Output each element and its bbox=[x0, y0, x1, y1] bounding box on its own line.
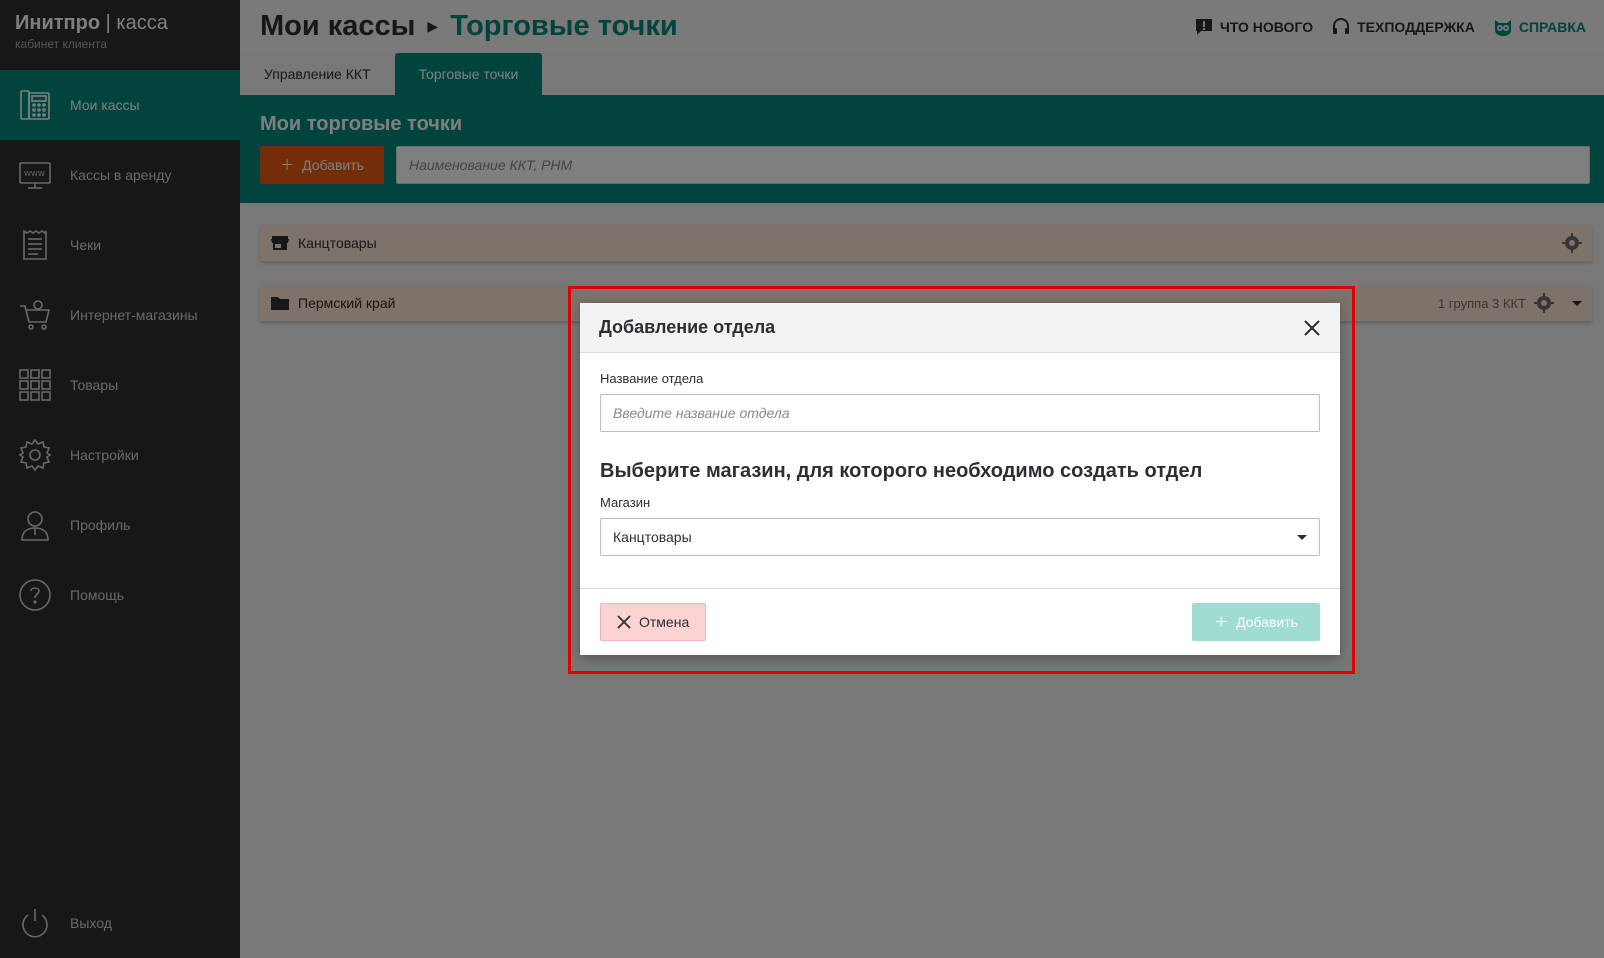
store-select-value: Канцтовары bbox=[613, 529, 692, 545]
close-icon[interactable] bbox=[1302, 318, 1322, 338]
cancel-button-label: Отмена bbox=[639, 614, 690, 630]
caret-down-icon bbox=[1297, 534, 1307, 540]
store-label: Магазин bbox=[600, 495, 651, 510]
department-name-input[interactable]: Введите название отдела bbox=[600, 394, 1320, 432]
store-select[interactable]: Канцтовары bbox=[600, 518, 1320, 556]
plus-icon: ＋ bbox=[1214, 614, 1229, 630]
dialog-body: Название отдела Введите название отдела … bbox=[580, 353, 1340, 556]
add-department-button[interactable]: ＋ Добавить bbox=[1192, 603, 1320, 641]
dialog-title: Добавление отдела bbox=[599, 317, 776, 337]
dialog-header: Добавление отдела bbox=[580, 303, 1340, 353]
department-name-label: Название отдела bbox=[600, 371, 704, 386]
dialog-footer: Отмена ＋ Добавить bbox=[580, 588, 1340, 655]
add-department-button-label: Добавить bbox=[1236, 614, 1298, 630]
close-icon bbox=[617, 615, 631, 629]
add-department-dialog: Добавление отдела Название отдела Введит… bbox=[580, 303, 1340, 655]
cancel-button[interactable]: Отмена bbox=[600, 603, 707, 641]
store-section-title: Выберите магазин, для которого необходим… bbox=[600, 460, 1203, 482]
